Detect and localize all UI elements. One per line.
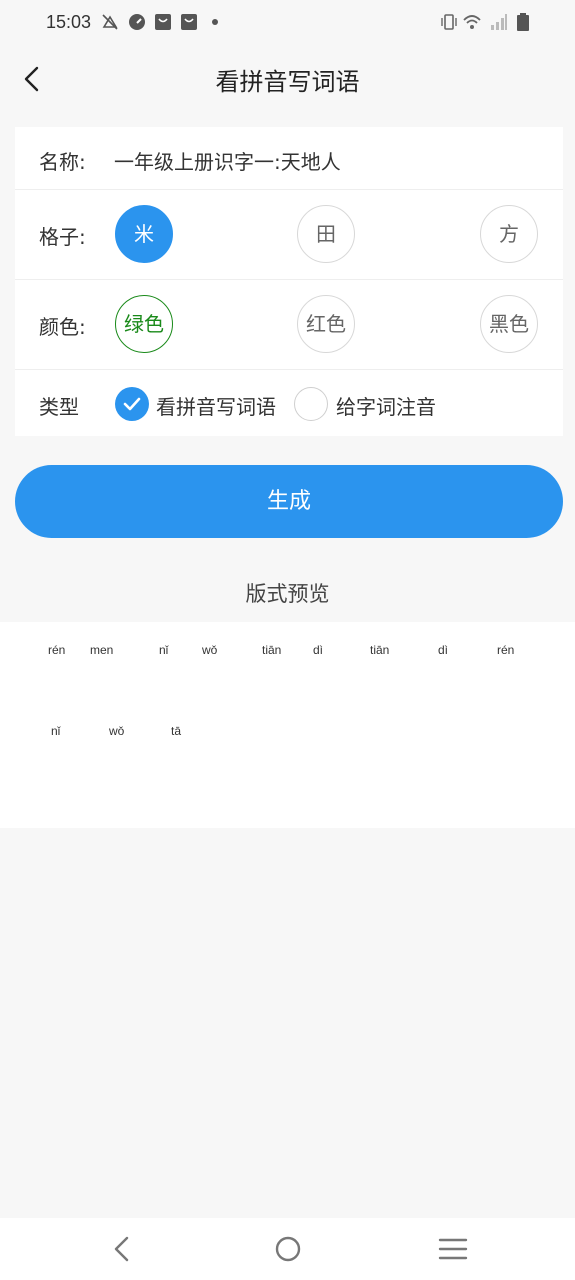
dot-icon: [212, 19, 218, 25]
type-label-annotate[interactable]: 给字词注音: [336, 391, 436, 420]
system-nav-bar: [0, 1218, 575, 1280]
preview-area: rén men nǐ wǒ tiān dì tiān dì rén nǐ wǒ …: [0, 622, 575, 828]
type-radio-annotate[interactable]: [294, 387, 328, 421]
pinyin-label: men: [90, 643, 114, 657]
color-option-red[interactable]: 红色: [297, 295, 355, 353]
generate-button[interactable]: 生成: [15, 465, 563, 538]
grid-option-mi[interactable]: 米: [115, 205, 173, 263]
type-label: 类型: [39, 395, 79, 419]
pinyin-label: tiān: [370, 643, 390, 657]
pinyin-label: wǒ: [202, 643, 218, 657]
vibrate-icon: [441, 14, 457, 30]
name-row: 名称: 一年级上册识字一:天地人: [15, 127, 563, 190]
name-value[interactable]: 一年级上册识字一:天地人: [114, 146, 341, 175]
pinyin-label: tā: [171, 724, 182, 738]
pinyin-label: tiān: [262, 643, 282, 657]
type-row: 类型 看拼音写词语 给字词注音: [15, 370, 563, 436]
type-radio-write-words[interactable]: [115, 387, 149, 421]
nav-menu-icon[interactable]: [435, 1232, 471, 1266]
pinyin-label: dì: [438, 643, 449, 657]
check-icon: [123, 397, 141, 411]
status-time: 15:03: [46, 12, 92, 32]
color-option-green[interactable]: 绿色: [115, 295, 173, 353]
pinyin-label: rén: [48, 643, 66, 657]
grid-row: 格子: 米 田 方: [15, 190, 563, 280]
grid-option-tian[interactable]: 田: [297, 205, 355, 263]
color-label: 颜色:: [39, 315, 86, 339]
header: 看拼音写词语: [0, 46, 575, 112]
nav-back-icon[interactable]: [104, 1232, 140, 1266]
battery-icon: [517, 13, 529, 31]
bag-icon: [181, 14, 197, 30]
pinyin-label: dì: [313, 643, 324, 657]
grid-option-fang[interactable]: 方: [480, 205, 538, 263]
color-row: 颜色: 绿色 红色 黑色: [15, 280, 563, 370]
nav-home-icon[interactable]: [270, 1232, 306, 1266]
page-title: 看拼音写词语: [215, 68, 360, 96]
speedometer-icon: [129, 14, 145, 30]
pinyin-label: nǐ: [51, 724, 61, 738]
grid-label: 格子:: [39, 225, 86, 249]
type-label-write-words[interactable]: 看拼音写词语: [156, 391, 276, 420]
color-option-black[interactable]: 黑色: [480, 295, 538, 353]
bag-icon: [155, 14, 171, 30]
signal-icon: [491, 14, 507, 30]
wifi-icon: [463, 15, 481, 29]
pinyin-label: rén: [497, 643, 515, 657]
settings-card: 名称: 一年级上册识字一:天地人 格子: 米 田 方 颜色: 绿色 红色 黑色 …: [15, 127, 563, 436]
name-label: 名称:: [39, 150, 86, 174]
mute-icon: [102, 14, 118, 30]
pinyin-label: wǒ: [109, 724, 125, 738]
status-bar: 15:03: [0, 0, 575, 46]
pinyin-label: nǐ: [159, 643, 169, 657]
preview-title: 版式预览: [245, 582, 330, 606]
